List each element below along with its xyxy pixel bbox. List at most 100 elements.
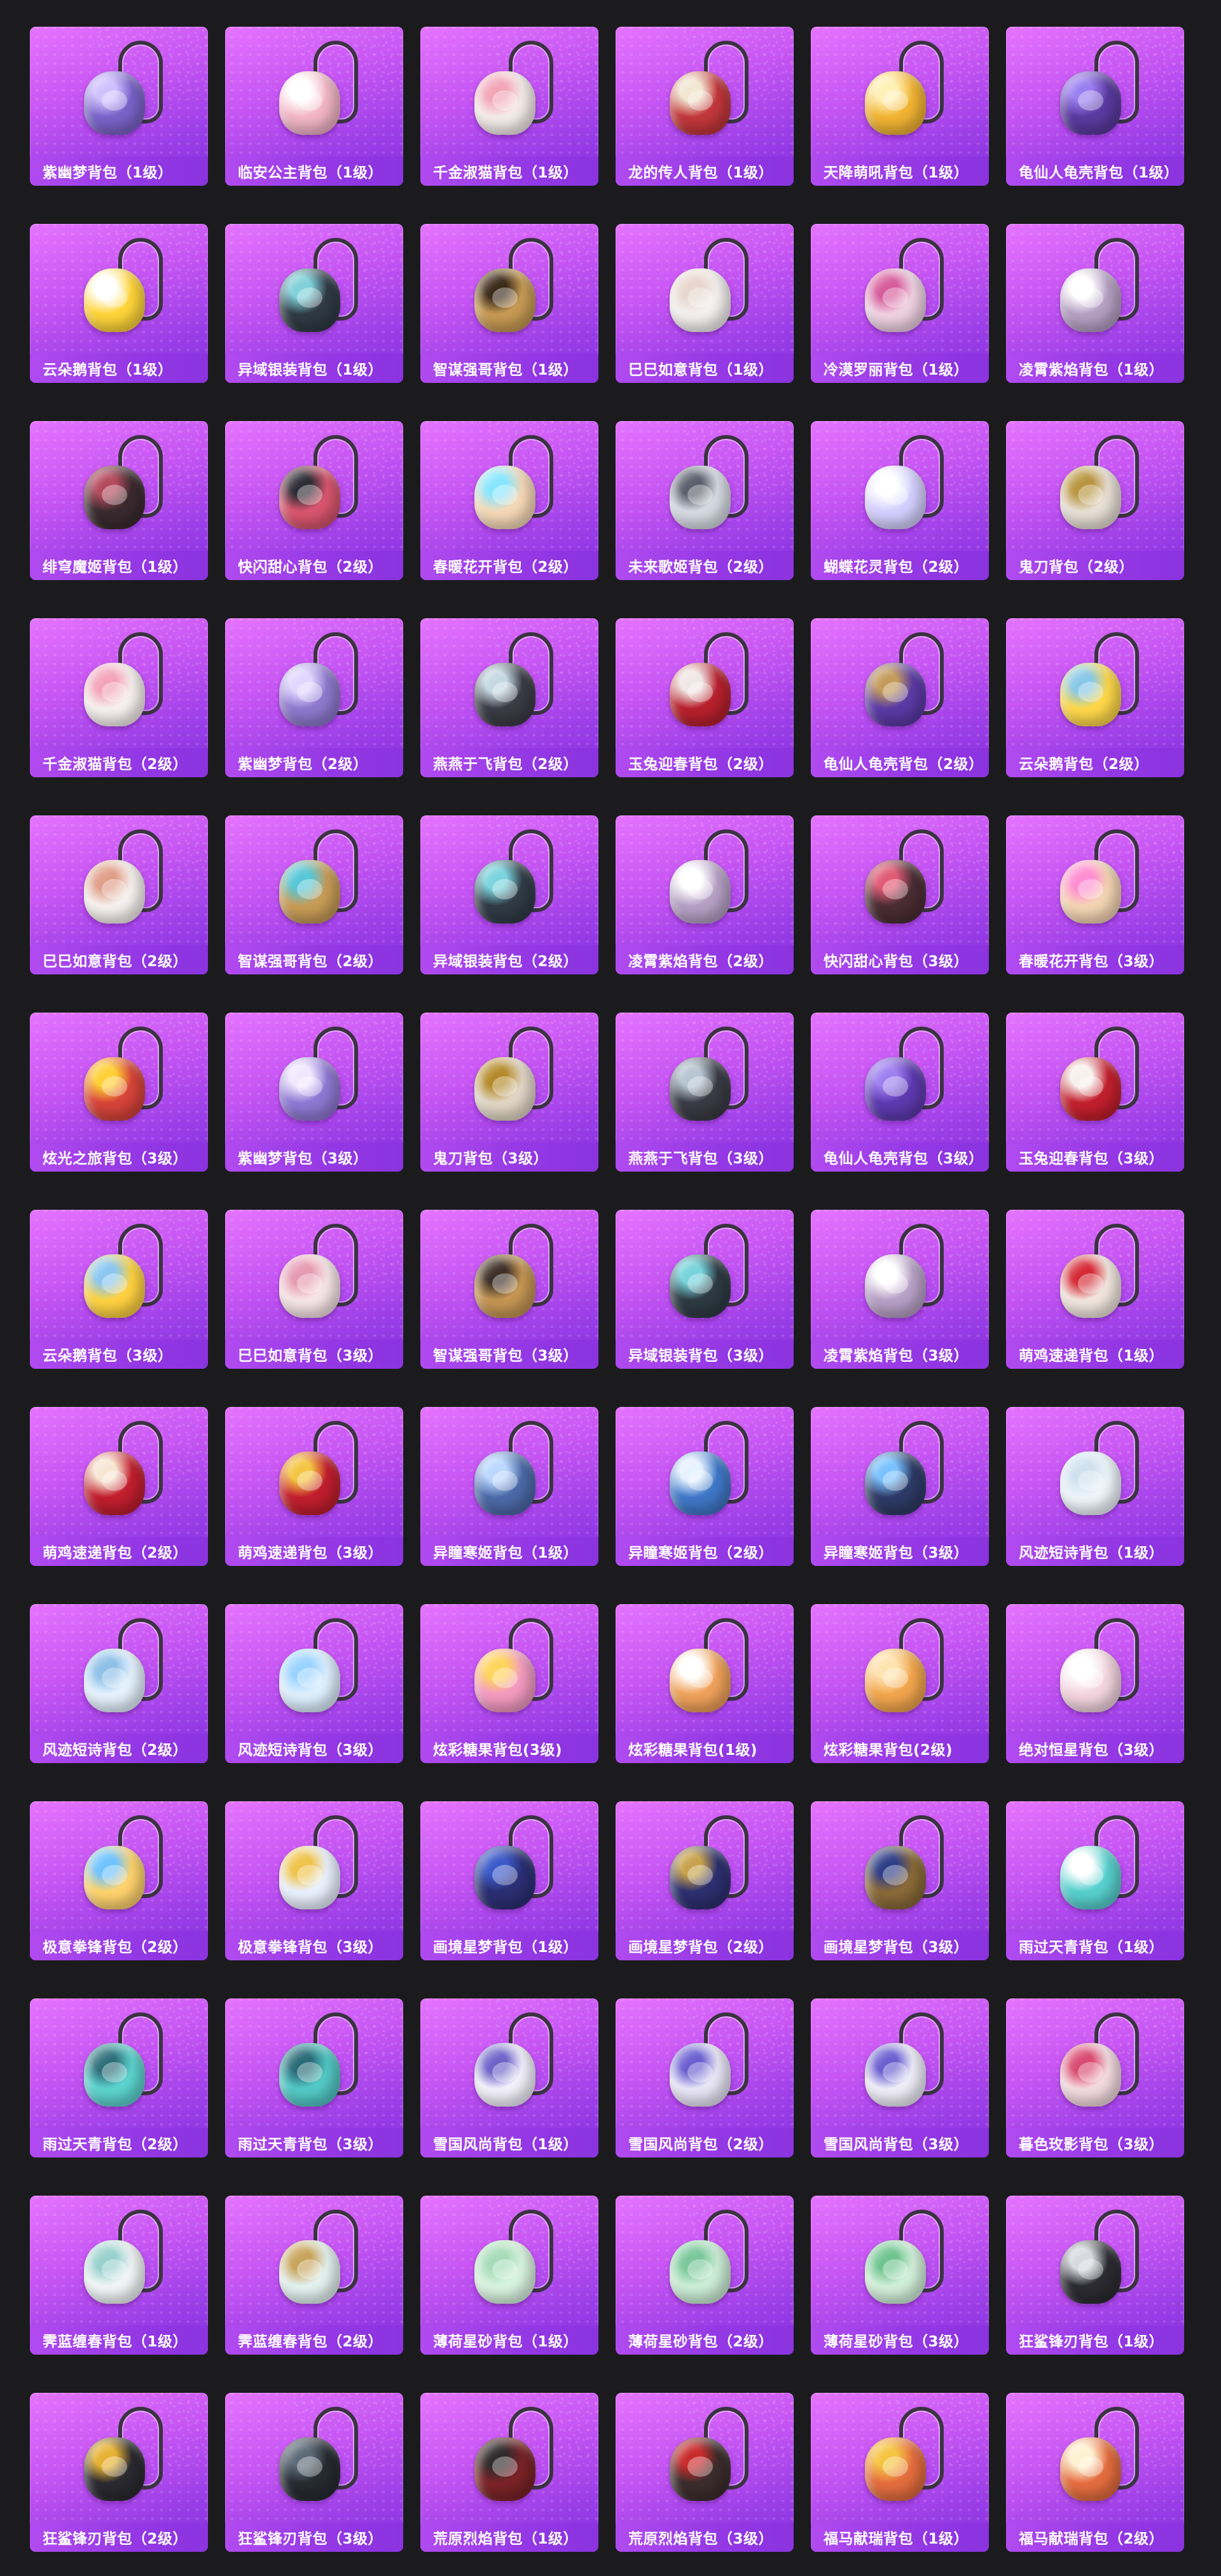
backpack-card[interactable]: 龟仙人龟壳背包（2级） — [811, 618, 989, 777]
backpack-card[interactable]: 萌鸡速递背包（1级） — [1006, 1210, 1184, 1369]
backpack-card[interactable]: 炫彩糖果背包(1级) — [616, 1604, 794, 1763]
backpack-card[interactable]: 画境星梦背包（2级） — [616, 1801, 794, 1960]
backpack-icon — [852, 2210, 948, 2311]
backpack-card[interactable]: 凌霄紫焰背包（2级） — [616, 815, 794, 974]
backpack-card[interactable]: 萌鸡速递背包（3级） — [225, 1407, 403, 1566]
backpack-label-bar: 霁蓝缠春背包（1级） — [30, 2325, 208, 2355]
backpack-card[interactable]: 春暖花开背包（3级） — [1006, 815, 1184, 974]
backpack-body-icon — [1060, 2043, 1121, 2107]
backpack-card[interactable]: 云朵鹅背包（2级） — [1006, 618, 1184, 777]
backpack-card[interactable]: 福马献瑞背包（2级） — [1006, 2393, 1184, 2552]
backpack-card[interactable]: 异域银装背包（3级） — [616, 1210, 794, 1369]
backpack-name: 龟仙人龟壳背包（3级） — [824, 1151, 984, 1167]
backpack-card[interactable]: 风迹短诗背包（2级） — [30, 1604, 208, 1763]
backpack-body-icon — [865, 2240, 926, 2304]
backpack-icon — [71, 1421, 167, 1523]
backpack-card[interactable]: 春暖花开背包（2级） — [420, 421, 598, 580]
backpack-card[interactable]: 福马献瑞背包（1级） — [811, 2393, 989, 2552]
backpack-card[interactable]: 紫幽梦背包（2级） — [225, 618, 403, 777]
backpack-card[interactable]: 荒原烈焰背包（1级） — [420, 2393, 598, 2552]
backpack-card[interactable]: 龟仙人龟壳背包（1级） — [1006, 27, 1184, 186]
backpack-card[interactable]: 冷漠罗丽背包（1级） — [811, 224, 989, 383]
backpack-icon — [266, 1027, 362, 1128]
backpack-card[interactable]: 异域银装背包（1级） — [225, 224, 403, 383]
backpack-card[interactable]: 临安公主背包（1级） — [225, 27, 403, 186]
backpack-body-icon — [84, 1057, 145, 1121]
backpack-card[interactable]: 炫彩糖果背包(3级) — [420, 1604, 598, 1763]
backpack-card[interactable]: 极意拳锋背包（2级） — [30, 1801, 208, 1960]
backpack-name: 炫彩糖果背包(1级) — [628, 1742, 758, 1759]
backpack-name: 千金淑猫背包（1级） — [433, 165, 579, 181]
backpack-body-icon — [670, 1057, 731, 1121]
backpack-label-bar: 凌霄紫焰背包（2级） — [616, 945, 794, 974]
backpack-card[interactable]: 鬼刀背包（3级） — [420, 1013, 598, 1172]
backpack-card[interactable]: 玉兔迎春背包（2级） — [616, 618, 794, 777]
backpack-card[interactable]: 风迹短诗背包（3级） — [225, 1604, 403, 1763]
backpack-card[interactable]: 快闪甜心背包（3级） — [811, 815, 989, 974]
backpack-card[interactable]: 狂鲨锋刃背包（3级） — [225, 2393, 403, 2552]
backpack-card[interactable]: 雨过天青背包（3级） — [225, 1998, 403, 2157]
backpack-card[interactable]: 薄荷星砂背包（3级） — [811, 2196, 989, 2355]
backpack-card[interactable]: 雪国风尚背包（1级） — [420, 1998, 598, 2157]
backpack-name: 福马献瑞背包（2级） — [1019, 2531, 1164, 2547]
backpack-card[interactable]: 未来歌姬背包（2级） — [616, 421, 794, 580]
backpack-card[interactable]: 云朵鹅背包（1级） — [30, 224, 208, 383]
backpack-body-icon — [670, 466, 731, 529]
backpack-card[interactable]: 云朵鹅背包（3级） — [30, 1210, 208, 1369]
backpack-card[interactable]: 雪国风尚背包（2级） — [616, 1998, 794, 2157]
backpack-card[interactable]: 龙的传人背包（1级） — [616, 27, 794, 186]
backpack-card[interactable]: 燕燕于飞背包（3级） — [616, 1013, 794, 1172]
backpack-card[interactable]: 狂鲨锋刃背包（2级） — [30, 2393, 208, 2552]
backpack-card[interactable]: 异域银装背包（2级） — [420, 815, 598, 974]
backpack-card[interactable]: 霁蓝缠春背包（1级） — [30, 2196, 208, 2355]
backpack-card[interactable]: 蝴蝶花灵背包（2级） — [811, 421, 989, 580]
backpack-card[interactable]: 暮色玫影背包（3级） — [1006, 1998, 1184, 2157]
backpack-card[interactable]: 画境星梦背包（1级） — [420, 1801, 598, 1960]
backpack-card[interactable]: 风迹短诗背包（1级） — [1006, 1407, 1184, 1566]
backpack-card[interactable]: 智谋强哥背包（3级） — [420, 1210, 598, 1369]
backpack-card[interactable]: 智谋强哥背包（1级） — [420, 224, 598, 383]
backpack-label-bar: 画境星梦背包（2级） — [616, 1931, 794, 1960]
backpack-name: 天降萌吼背包（1级） — [824, 165, 969, 181]
backpack-icon — [657, 2012, 752, 2114]
backpack-card[interactable]: 炫彩糖果背包(2级) — [811, 1604, 989, 1763]
backpack-card[interactable]: 荒原烈焰背包（3级） — [616, 2393, 794, 2552]
backpack-icon — [1047, 435, 1143, 537]
backpack-card[interactable]: 智谋强哥背包（2级） — [225, 815, 403, 974]
backpack-card[interactable]: 绯穹魔姬背包（1级） — [30, 421, 208, 580]
backpack-name: 燕燕于飞背包（2级） — [433, 756, 579, 773]
backpack-card[interactable]: 巳巳如意背包（2级） — [30, 815, 208, 974]
backpack-card[interactable]: 异瞳寒姬背包（2级） — [616, 1407, 794, 1566]
backpack-card[interactable]: 快闪甜心背包（2级） — [225, 421, 403, 580]
backpack-card[interactable]: 燕燕于飞背包（2级） — [420, 618, 598, 777]
backpack-card[interactable]: 萌鸡速递背包（2级） — [30, 1407, 208, 1566]
backpack-card[interactable]: 玉兔迎春背包（3级） — [1006, 1013, 1184, 1172]
backpack-card[interactable]: 紫幽梦背包（3级） — [225, 1013, 403, 1172]
backpack-card[interactable]: 天降萌吼背包（1级） — [811, 27, 989, 186]
backpack-card[interactable]: 异瞳寒姬背包（3级） — [811, 1407, 989, 1566]
backpack-card[interactable]: 薄荷星砂背包（1级） — [420, 2196, 598, 2355]
backpack-card[interactable]: 炫光之旅背包（3级） — [30, 1013, 208, 1172]
backpack-card[interactable]: 千金淑猫背包（1级） — [420, 27, 598, 186]
backpack-card[interactable]: 雨过天青背包（2级） — [30, 1998, 208, 2157]
backpack-card[interactable]: 凌霄紫焰背包（3级） — [811, 1210, 989, 1369]
backpack-card[interactable]: 霁蓝缠春背包（2级） — [225, 2196, 403, 2355]
backpack-card[interactable]: 绝对恒星背包（3级） — [1006, 1604, 1184, 1763]
backpack-card[interactable]: 薄荷星砂背包（2级） — [616, 2196, 794, 2355]
backpack-card[interactable]: 画境星梦背包（3级） — [811, 1801, 989, 1960]
backpack-card[interactable]: 狂鲨锋刃背包（1级） — [1006, 2196, 1184, 2355]
backpack-card[interactable]: 雪国风尚背包（3级） — [811, 1998, 989, 2157]
backpack-card[interactable]: 紫幽梦背包（1级） — [30, 27, 208, 186]
backpack-label-bar: 异域银装背包（3级） — [616, 1340, 794, 1369]
backpack-card[interactable]: 凌霄紫焰背包（1级） — [1006, 224, 1184, 383]
backpack-card[interactable]: 巳巳如意背包（1级） — [616, 224, 794, 383]
backpack-card[interactable]: 巳巳如意背包（3级） — [225, 1210, 403, 1369]
backpack-card[interactable]: 千金淑猫背包（2级） — [30, 618, 208, 777]
backpack-card[interactable]: 极意拳锋背包（3级） — [225, 1801, 403, 1960]
backpack-card[interactable]: 雨过天青背包（1级） — [1006, 1801, 1184, 1960]
backpack-name: 萌鸡速递背包（2级） — [43, 1545, 188, 1562]
backpack-card[interactable]: 鬼刀背包（2级） — [1006, 421, 1184, 580]
backpack-card[interactable]: 龟仙人龟壳背包（3级） — [811, 1013, 989, 1172]
backpack-label-bar: 萌鸡速递背包（3级） — [225, 1537, 403, 1566]
backpack-card[interactable]: 异瞳寒姬背包（1级） — [420, 1407, 598, 1566]
